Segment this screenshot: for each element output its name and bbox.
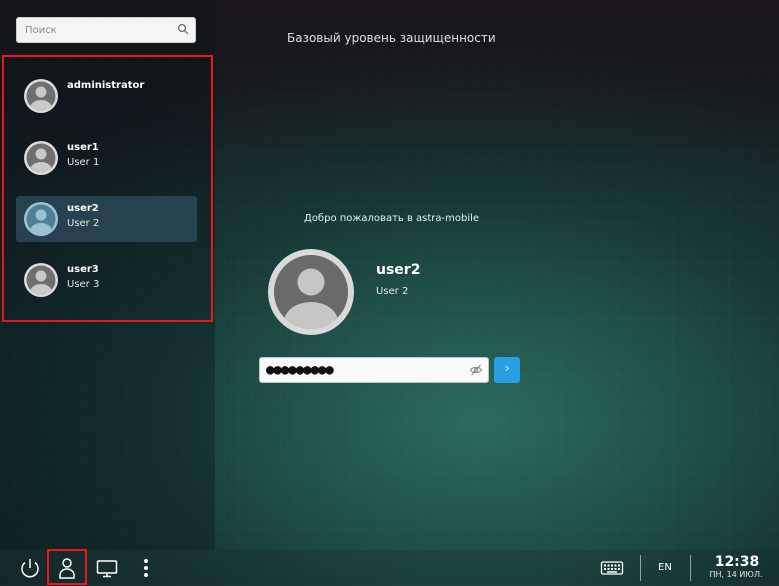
user-list-item-user2[interactable]: user2 User 2 <box>16 196 197 242</box>
user-sidebar: administrator user1 User 1 user2 User 2 <box>0 0 215 550</box>
clock-time: 12:38 <box>714 554 760 570</box>
avatar-icon <box>24 141 58 175</box>
welcome-message: Добро пожаловать в astra-mobile <box>304 213 480 224</box>
user-login: user2 <box>67 203 99 214</box>
user-login: user1 <box>67 142 99 153</box>
selected-user-full-name: User 2 <box>376 286 409 297</box>
more-vertical-icon <box>144 559 148 577</box>
keyboard-icon <box>600 561 624 575</box>
panel-separator <box>640 555 641 581</box>
user-list-item-user1[interactable]: user1 User 1 <box>16 135 197 181</box>
clock-date: ПН, 14 ИЮЛ. <box>709 570 763 579</box>
selected-user-login: user2 <box>376 262 421 278</box>
selected-user-avatar-icon <box>268 249 354 335</box>
search-input[interactable] <box>17 18 175 42</box>
avatar-icon <box>24 263 58 297</box>
session-select-button[interactable] <box>93 554 121 582</box>
login-submit-button[interactable]: › <box>494 357 520 383</box>
user-full-name: User 2 <box>67 218 100 229</box>
virtual-keyboard-button[interactable] <box>598 554 626 582</box>
password-box[interactable] <box>259 357 489 383</box>
display-icon <box>96 560 118 578</box>
power-button[interactable] <box>16 554 44 582</box>
panel-separator <box>690 555 691 581</box>
user-list-item-user3[interactable]: user3 User 3 <box>16 257 197 303</box>
user-full-name: User 3 <box>67 279 100 290</box>
search-icon <box>177 23 189 35</box>
user-icon <box>59 558 75 579</box>
keyboard-layout-indicator[interactable]: EN <box>658 562 672 573</box>
password-input[interactable] <box>260 358 466 382</box>
arrow-right-icon: › <box>504 361 510 375</box>
user-list-item-administrator[interactable]: administrator <box>16 73 197 119</box>
user-login: user3 <box>67 264 99 275</box>
security-level-label: Базовый уровень защищенности <box>287 31 496 45</box>
avatar-icon <box>24 79 58 113</box>
more-options-button[interactable] <box>132 554 160 582</box>
search-box[interactable] <box>16 17 196 43</box>
user-full-name: User 1 <box>67 157 100 168</box>
user-switch-button[interactable] <box>53 554 81 582</box>
avatar-icon <box>24 202 58 236</box>
user-login: administrator <box>67 80 145 91</box>
power-icon <box>21 559 39 578</box>
hide-password-icon[interactable] <box>469 363 483 377</box>
